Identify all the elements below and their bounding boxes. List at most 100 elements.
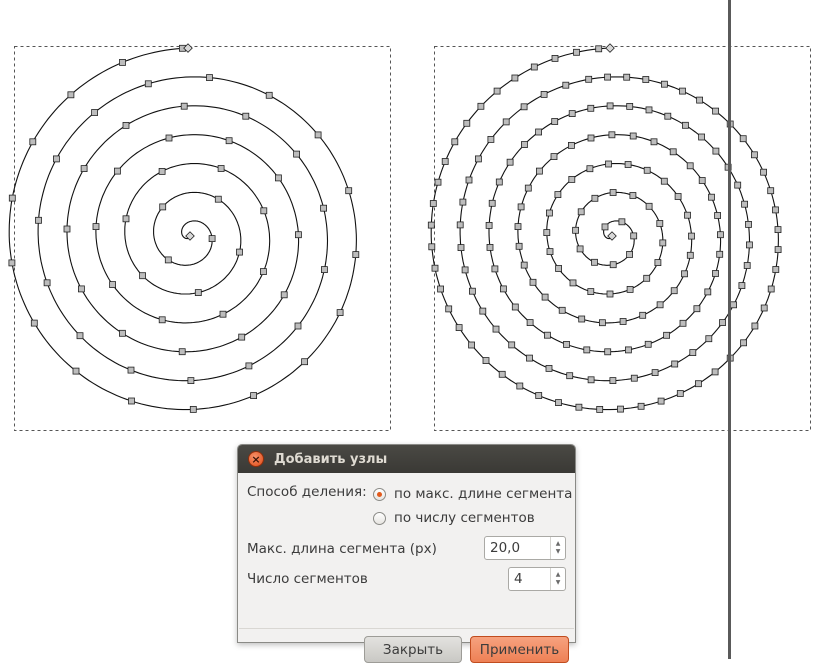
spiral-node[interactable]	[434, 178, 442, 186]
spiral-node[interactable]	[630, 232, 638, 240]
spiral-node[interactable]	[745, 220, 752, 228]
spiral-node[interactable]	[577, 208, 585, 216]
spiral-node[interactable]	[587, 104, 595, 112]
spiral-node[interactable]	[301, 358, 309, 366]
spiral-node[interactable]	[468, 341, 476, 349]
spiral-node[interactable]	[576, 245, 584, 253]
spiral-node[interactable]	[158, 167, 166, 175]
spiral-node[interactable]	[617, 405, 624, 413]
spiral-node[interactable]	[159, 203, 167, 211]
spiral-node[interactable]	[236, 248, 243, 256]
spiral-node[interactable]	[661, 80, 668, 88]
spiral-node[interactable]	[265, 91, 273, 99]
spiral-node[interactable]	[760, 304, 768, 312]
spiral-node[interactable]	[740, 339, 747, 347]
spiral-node[interactable]	[526, 319, 534, 327]
spiral-node[interactable]	[541, 293, 549, 301]
spiral-node[interactable]	[654, 259, 662, 267]
spiral-node[interactable]	[194, 289, 202, 297]
spiral-node[interactable]	[563, 340, 570, 348]
spiral-node[interactable]	[544, 331, 551, 339]
spiral-node[interactable]	[558, 306, 566, 314]
spiral-node[interactable]	[495, 178, 503, 186]
spiral-node[interactable]	[214, 195, 222, 203]
spiral-node[interactable]	[225, 137, 233, 145]
spiral-node[interactable]	[345, 187, 353, 195]
left-spiral-path[interactable]	[8, 43, 360, 413]
spiral-node[interactable]	[695, 380, 702, 388]
spiral-node[interactable]	[604, 348, 612, 356]
spiral-node[interactable]	[630, 374, 638, 382]
spiral-node[interactable]	[459, 198, 467, 206]
spiral-node[interactable]	[674, 193, 682, 200]
spiral-node[interactable]	[127, 366, 135, 374]
spiral-node[interactable]	[511, 303, 519, 311]
spiral-node[interactable]	[714, 212, 721, 219]
spiral-node[interactable]	[487, 135, 495, 143]
spiral-node[interactable]	[587, 288, 595, 296]
spiral-node[interactable]	[536, 167, 543, 175]
spiral-node[interactable]	[739, 135, 747, 143]
spiral-node[interactable]	[746, 241, 753, 249]
spiral-node[interactable]	[679, 319, 687, 327]
spiral-node[interactable]	[774, 246, 782, 254]
spiral-node[interactable]	[529, 278, 537, 286]
spiral-node[interactable]	[482, 357, 490, 365]
spiral-node[interactable]	[158, 316, 166, 324]
spiral-node[interactable]	[206, 74, 213, 81]
spiral-node[interactable]	[180, 102, 188, 110]
spiral-node[interactable]	[486, 243, 494, 251]
spiral-end-node[interactable]	[605, 43, 615, 53]
spiral-node[interactable]	[526, 354, 533, 362]
spiral-node[interactable]	[122, 215, 130, 223]
spiral-node[interactable]	[428, 243, 436, 251]
spiral-node[interactable]	[639, 311, 647, 319]
spiral-node[interactable]	[712, 147, 720, 155]
spiral-node[interactable]	[461, 266, 469, 274]
spiral-node[interactable]	[491, 265, 499, 273]
dialog-titlebar[interactable]: × Добавить узлы	[238, 445, 575, 473]
spiral-node[interactable]	[8, 194, 16, 202]
spiral-node[interactable]	[562, 81, 570, 89]
spiral-node[interactable]	[67, 91, 75, 99]
spiral-node[interactable]	[498, 370, 506, 378]
spiral-node[interactable]	[260, 207, 268, 215]
spiral-node[interactable]	[698, 133, 705, 141]
spiral-node[interactable]	[644, 340, 652, 348]
segments-input[interactable]: 4	[509, 568, 550, 590]
spiral-node[interactable]	[624, 161, 632, 168]
spiral-node[interactable]	[164, 256, 172, 264]
radio-max-length[interactable]	[373, 488, 386, 501]
spiral-node[interactable]	[545, 364, 553, 372]
spiral-node[interactable]	[670, 287, 678, 295]
spiral-node[interactable]	[208, 235, 216, 243]
spiral-node[interactable]	[524, 184, 532, 192]
spiral-node[interactable]	[144, 80, 152, 88]
spiral-node[interactable]	[506, 158, 514, 166]
spiral-node[interactable]	[625, 346, 632, 354]
spiral-node[interactable]	[437, 285, 445, 293]
spiral-node[interactable]	[772, 266, 780, 273]
spiral-node[interactable]	[520, 261, 528, 269]
spiral-node[interactable]	[30, 319, 38, 327]
spiral-node[interactable]	[575, 403, 583, 411]
spiral-node[interactable]	[457, 244, 465, 252]
spiral-node[interactable]	[114, 167, 121, 175]
spiral-node[interactable]	[679, 87, 686, 95]
spiral-node[interactable]	[91, 109, 98, 116]
spiral-node[interactable]	[551, 55, 559, 62]
spiral-node[interactable]	[165, 134, 173, 142]
spiral-node[interactable]	[671, 360, 679, 368]
spiral-node[interactable]	[29, 138, 37, 146]
max-length-input[interactable]: 20,0	[485, 537, 550, 559]
spiral-node[interactable]	[520, 103, 528, 111]
spiral-node[interactable]	[642, 76, 650, 83]
spiral-node[interactable]	[604, 73, 611, 81]
spiral-node[interactable]	[499, 285, 507, 293]
spiral-node[interactable]	[643, 274, 651, 282]
spiral-node[interactable]	[550, 153, 558, 161]
spiral-node[interactable]	[119, 329, 126, 337]
spiral-node[interactable]	[568, 141, 575, 149]
radio-max-length-label[interactable]: по макс. длине сегмента	[394, 486, 572, 502]
spiral-node[interactable]	[712, 107, 719, 115]
